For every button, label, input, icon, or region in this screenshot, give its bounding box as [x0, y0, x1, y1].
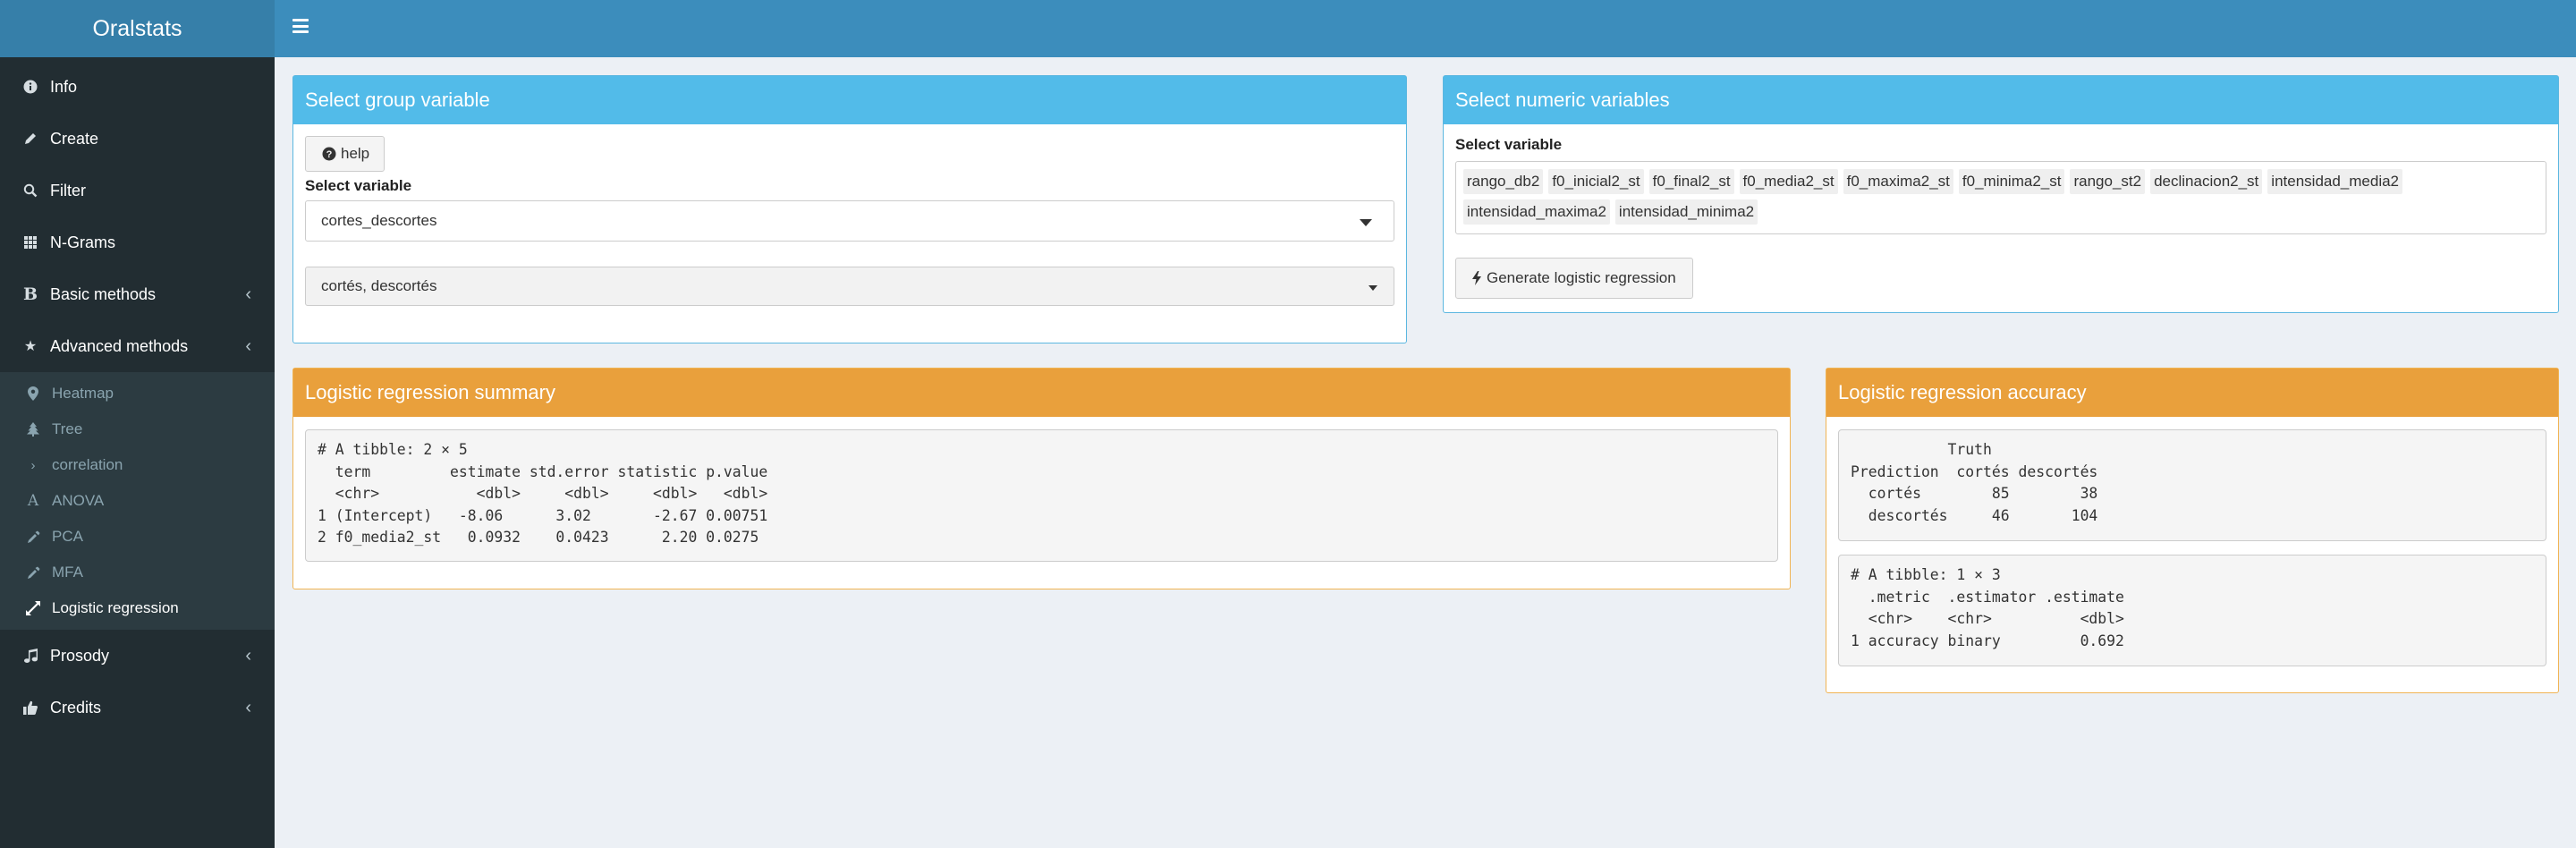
caret-down-icon [1360, 219, 1372, 226]
sidebar-subitem-tree[interactable]: Tree [0, 411, 275, 447]
sidebar-subitem-label: correlation [52, 456, 123, 473]
sidebar-subitem-label: Heatmap [52, 385, 114, 402]
selected-variable-tag[interactable]: f0_minima2_st [1958, 169, 2065, 194]
selected-variable-tag[interactable]: f0_media2_st [1739, 169, 1838, 194]
top-header [275, 0, 2576, 57]
chevron-left-icon: ‹ [245, 645, 251, 666]
selected-variable-tag[interactable]: intensidad_media2 [2267, 169, 2403, 194]
sidebar-subitem-label: MFA [52, 564, 83, 581]
pencil-icon [21, 131, 39, 146]
eyedropper-icon [25, 530, 41, 544]
sidebar-item-prosody[interactable]: Prosody ‹ [0, 630, 275, 682]
music-icon [21, 649, 39, 663]
sidebar-item-ngrams[interactable]: N-Grams [0, 216, 275, 268]
caret-down-icon [1368, 285, 1377, 291]
map-marker-icon [25, 386, 41, 401]
sidebar-subitem-label: Tree [52, 420, 83, 437]
selected-variable-tag[interactable]: rango_db2 [1463, 169, 1544, 194]
sidebar-item-label: Prosody [50, 646, 110, 665]
sidebar-subitem-label: ANOVA [52, 492, 105, 509]
logistic-summary-box: Logistic regression summary # A tibble: … [292, 368, 1791, 589]
sidebar-item-label: Credits [50, 698, 102, 717]
chevron-left-icon: ‹ [245, 697, 251, 717]
tree-icon [25, 422, 41, 437]
bold-icon: B [22, 284, 38, 304]
help-button[interactable]: ? help [305, 136, 386, 172]
eyedropper-icon [25, 566, 41, 580]
box-title: Logistic regression accuracy [1826, 369, 2558, 417]
sidebar-item-label: N-Grams [50, 233, 115, 251]
summary-output: # A tibble: 2 × 5 term estimate std.erro… [305, 429, 1778, 562]
info-circle-icon [21, 80, 39, 94]
selected-variable-tag[interactable]: rango_st2 [2070, 169, 2146, 194]
generate-logistic-regression-button[interactable]: Generate logistic regression [1455, 258, 1693, 299]
svg-text:?: ? [326, 149, 333, 160]
group-variable-select[interactable]: cortes_descortes [305, 200, 1394, 242]
sidebar-item-advanced-methods[interactable]: ★ Advanced methods ‹ [0, 320, 275, 372]
confusion-matrix-output: Truth Prediction cortés descortés cortés… [1838, 429, 2546, 541]
sidebar-subitem-mfa[interactable]: MFA [0, 555, 275, 590]
sidebar-subitem-heatmap[interactable]: Heatmap [0, 376, 275, 411]
chevron-right-icon: › [30, 457, 36, 473]
group-levels-select[interactable]: cortés, descortés [305, 267, 1394, 306]
grid-icon [21, 235, 39, 250]
sidebar-item-basic-methods[interactable]: B Basic methods ‹ [0, 268, 275, 320]
sidebar-item-label: Filter [50, 181, 86, 199]
box-title: Select numeric variables [1444, 76, 2558, 124]
logistic-accuracy-box: Logistic regression accuracy Truth Predi… [1826, 368, 2559, 693]
sidebar-subitem-logistic-regression[interactable]: Logistic regression [0, 590, 275, 626]
font-a-icon: A [27, 492, 39, 510]
sidebar-item-label: Info [50, 77, 78, 96]
sidebar-subitem-correlation[interactable]: › correlation [0, 447, 275, 483]
chevron-left-icon: ‹ [245, 335, 251, 356]
search-icon [21, 183, 39, 198]
select-variable-label: Select variable [305, 177, 412, 194]
bolt-icon [1472, 271, 1481, 285]
sidebar-item-filter[interactable]: Filter [0, 165, 275, 216]
thumbs-up-icon [21, 700, 39, 715]
selected-variable-tag[interactable]: intensidad_maxima2 [1463, 199, 1610, 225]
sidebar-item-label: Basic methods [50, 284, 157, 303]
expand-arrows-icon [25, 601, 41, 615]
sidebar-subitem-label: Logistic regression [52, 599, 179, 616]
sidebar-item-create[interactable]: Create [0, 113, 275, 165]
star-icon: ★ [23, 339, 38, 354]
numeric-variables-multiselect[interactable]: rango_db2 f0_inicial2_st f0_final2_st f0_me… [1455, 161, 2546, 234]
sidebar-subitem-label: PCA [52, 528, 83, 545]
accuracy-metrics-output: # A tibble: 1 × 3 .metric .estimator .es… [1838, 555, 2546, 666]
sidebar-item-info[interactable]: Info [0, 61, 275, 113]
select-variable-label: Select variable [1455, 136, 1563, 153]
sidebar-subitem-anova[interactable]: A ANOVA [0, 483, 275, 519]
chevron-left-icon: ‹ [245, 284, 251, 304]
numeric-variables-box: Select numeric variables Select variable… [1443, 75, 2559, 313]
sidebar: Oralstats Info Create Filter N-Grams B B… [0, 0, 275, 848]
sidebar-item-label: Create [50, 129, 99, 148]
app-logo[interactable]: Oralstats [0, 0, 275, 57]
box-title: Select group variable [293, 76, 1406, 124]
sidebar-item-label: Advanced methods [50, 336, 189, 355]
hamburger-menu-icon[interactable] [292, 19, 309, 33]
selected-variable-tag[interactable]: f0_inicial2_st [1548, 169, 1644, 194]
selected-variable-tag[interactable]: f0_maxima2_st [1843, 169, 1953, 194]
question-circle-icon: ? [322, 147, 336, 161]
sidebar-subitem-pca[interactable]: PCA [0, 519, 275, 555]
box-title: Logistic regression summary [293, 369, 1790, 417]
group-variable-box: Select group variable ? help Select vari… [292, 75, 1407, 343]
selected-variable-tag[interactable]: declinacion2_st [2150, 169, 2263, 194]
advanced-methods-submenu: Heatmap Tree › correlation A ANOVA PCA M… [0, 372, 275, 630]
sidebar-item-credits[interactable]: Credits ‹ [0, 682, 275, 734]
selected-variable-tag[interactable]: intensidad_minima2 [1614, 199, 1758, 225]
selected-variable-tag[interactable]: f0_final2_st [1648, 169, 1734, 194]
